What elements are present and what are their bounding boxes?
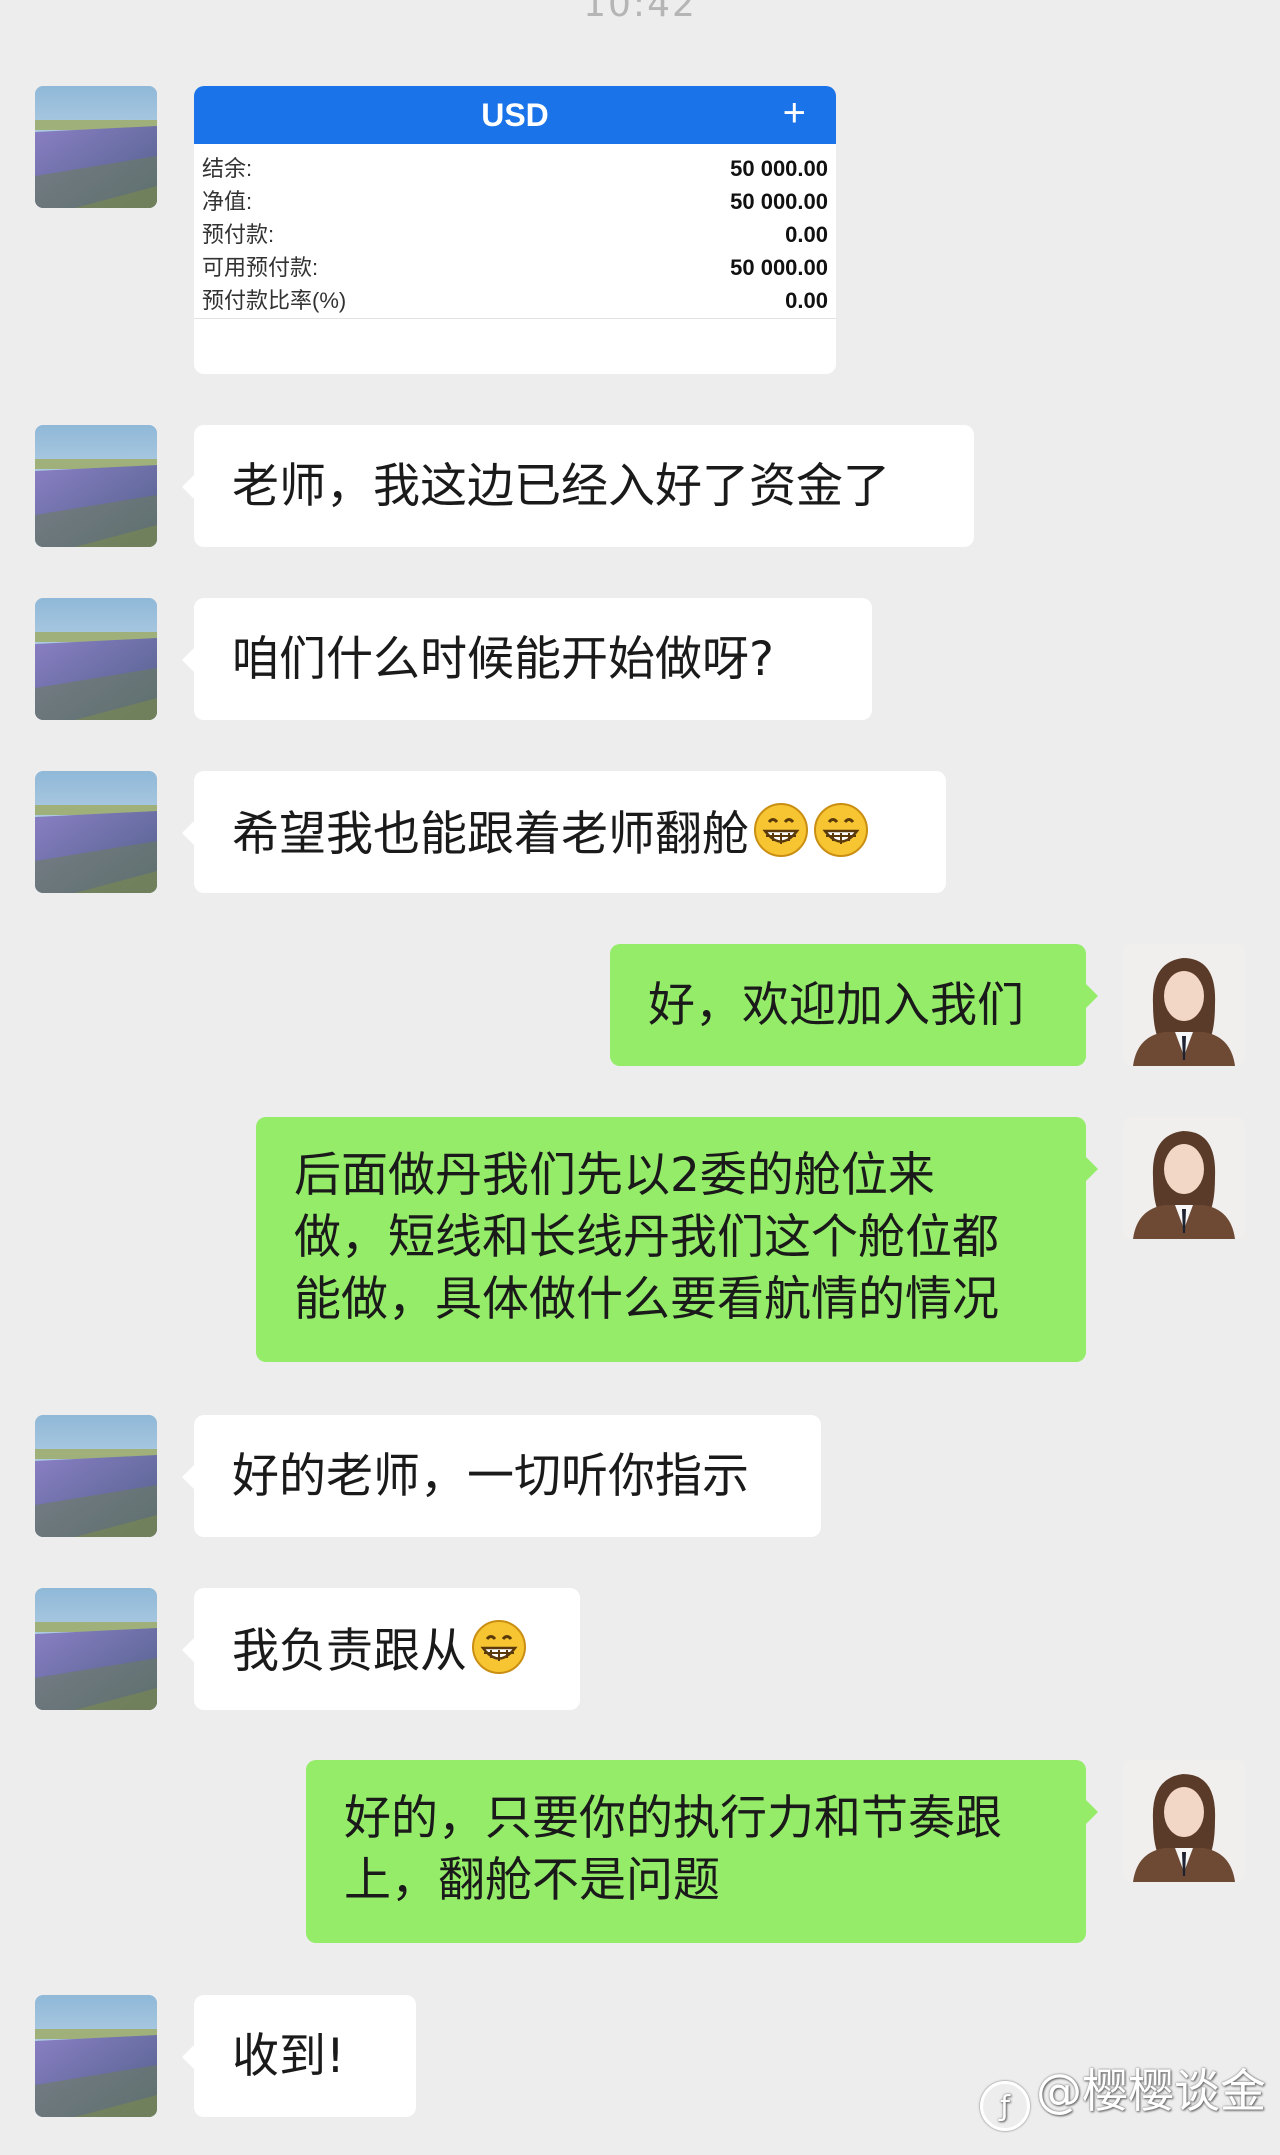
contact-avatar[interactable] <box>35 1588 157 1710</box>
card-row-balance: 结余: 50 000.00 <box>202 152 828 185</box>
message-bubble-incoming[interactable]: 好的老师，一切听你指示 <box>182 1415 821 1537</box>
message-text: 咱们什么时候能开始做呀? <box>232 632 774 687</box>
message-bubble-incoming[interactable]: 希望我也能跟着老师翻舱 <box>182 771 946 893</box>
message-text: 我负责跟从 <box>232 1624 467 1679</box>
grin-emoji <box>471 1619 527 1675</box>
row-value: 0.00 <box>785 222 828 247</box>
contact-avatar[interactable] <box>35 86 157 208</box>
platform-logo-icon: ƒ <box>980 2081 1030 2131</box>
message-bubble-outgoing[interactable]: 好，欢迎加入我们 <box>610 944 1098 1066</box>
currency-label: USD <box>481 97 549 133</box>
message-bubble-incoming[interactable]: 咱们什么时候能开始做呀? <box>182 598 872 720</box>
message-bubble-outgoing[interactable]: 后面做丹我们先以2委的舱位来 做，短线和长线丹我们这个舱位都 能做，具体做什么要… <box>256 1117 1098 1362</box>
watermark-text: @樱樱谈金 <box>1036 2064 1266 2118</box>
card-row-margin-level: 预付款比率(%) 0.00 <box>202 284 828 317</box>
message-text: 好，欢迎加入我们 <box>648 978 1024 1033</box>
self-avatar[interactable] <box>1123 1760 1245 1882</box>
message-line: 后面做丹我们先以2委的舱位来 <box>294 1148 935 1203</box>
card-row-margin: 预付款: 0.00 <box>202 218 828 251</box>
account-summary-card[interactable]: USD + 结余: 50 000.00 净值: 50 000.00 预付款: 0.00… <box>194 86 836 374</box>
status-time: 10:42 <box>583 0 697 25</box>
grin-emoji <box>753 802 809 858</box>
row-label: 结余: <box>202 156 253 181</box>
watermark: ƒ @樱樱谈金 <box>980 2055 1266 2131</box>
row-label: 净值: <box>202 189 253 214</box>
message-text: 收到! <box>232 2029 345 2084</box>
plus-icon: + <box>782 91 806 135</box>
row-value: 0.00 <box>785 288 828 313</box>
self-avatar[interactable] <box>1123 1117 1245 1239</box>
contact-avatar[interactable] <box>35 1415 157 1537</box>
contact-avatar[interactable] <box>35 771 157 893</box>
card-row-free-margin: 可用预付款: 50 000.00 <box>202 251 828 284</box>
grin-emoji <box>813 802 869 858</box>
row-label: 预付款比率(%) <box>202 288 347 313</box>
row-value: 50 000.00 <box>730 255 828 280</box>
message-text: 好的老师，一切听你指示 <box>232 1449 749 1504</box>
contact-avatar[interactable] <box>35 1995 157 2117</box>
row-label: 可用预付款: <box>202 255 319 280</box>
message-bubble-outgoing[interactable]: 好的，只要你的执行力和节奏跟 上，翻舱不是问题 <box>306 1760 1098 1943</box>
message-line: 做，短线和长线丹我们这个舱位都 <box>294 1210 999 1265</box>
card-divider <box>194 318 836 319</box>
row-value: 50 000.00 <box>730 156 828 181</box>
self-avatar[interactable] <box>1123 944 1245 1066</box>
message-bubble-incoming[interactable]: 收到! <box>182 1995 416 2117</box>
message-text: 老师，我这边已经入好了资金了 <box>232 459 890 514</box>
message-line: 能做，具体做什么要看航情的情况 <box>294 1272 999 1327</box>
contact-avatar[interactable] <box>35 425 157 547</box>
contact-avatar[interactable] <box>35 598 157 720</box>
message-bubble-incoming[interactable]: 老师，我这边已经入好了资金了 <box>182 425 974 547</box>
message-bubble-incoming[interactable]: 我负责跟从 <box>182 1588 580 1710</box>
row-label: 预付款: <box>202 222 275 247</box>
row-value: 50 000.00 <box>730 189 828 214</box>
card-row-equity: 净值: 50 000.00 <box>202 185 828 218</box>
message-line: 好的，只要你的执行力和节奏跟 <box>344 1791 1002 1846</box>
card-header: USD + <box>194 86 836 144</box>
message-line: 上，翻舱不是问题 <box>344 1853 720 1908</box>
message-text: 希望我也能跟着老师翻舱 <box>232 807 749 862</box>
